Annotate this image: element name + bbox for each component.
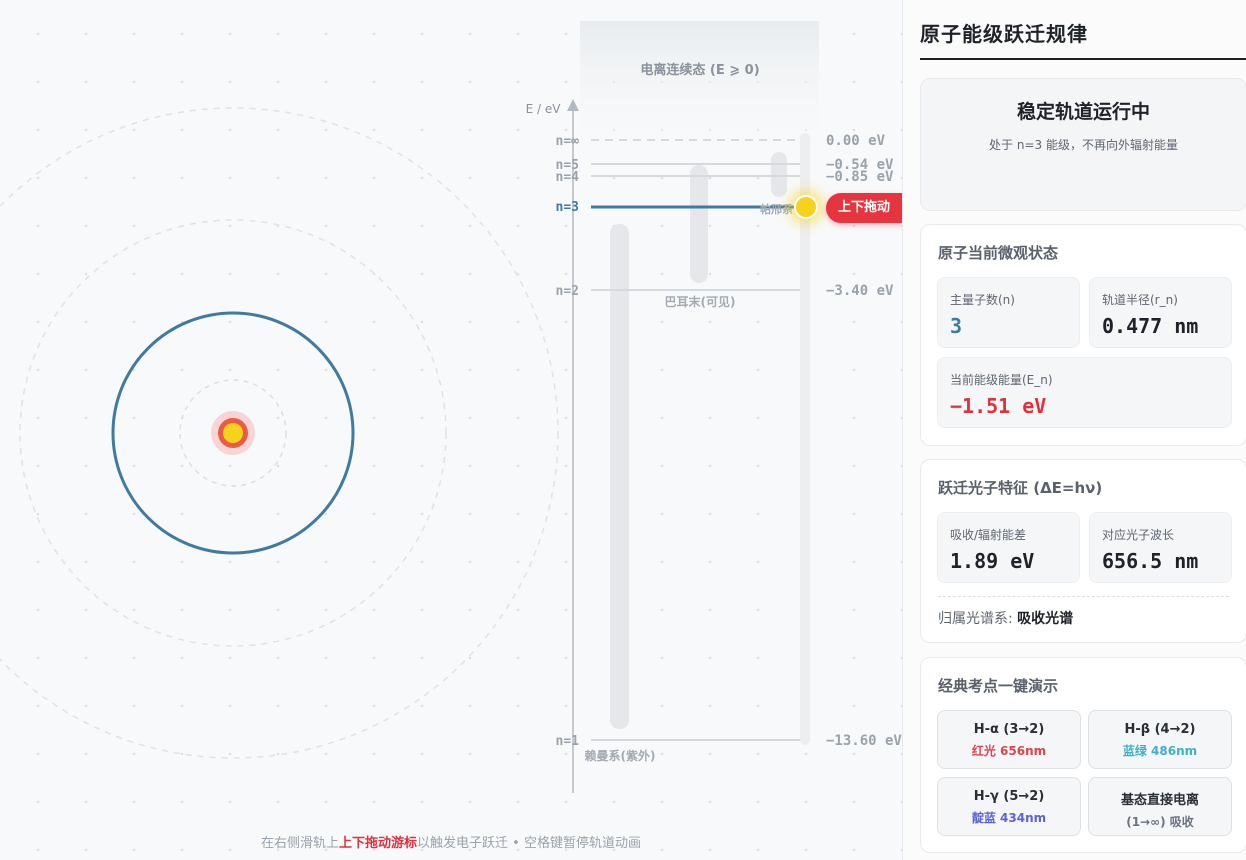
status-description: 处于 n=3 能级，不再向外辐射能量: [989, 138, 1178, 152]
level-energy-value: −1.51 eV: [950, 394, 1047, 418]
simulation-stage: 电离连续态 (E ⩾ 0) E / eV n=∞ n=5 n=4 n=3 n=2…: [0, 0, 902, 860]
energy-diff-value: 1.89 eV: [950, 549, 1035, 573]
drag-slider-track[interactable]: [800, 133, 810, 745]
level-energy-box: 当前能级能量(E_n) −1.51 eV: [937, 357, 1232, 428]
hint-text-highlight: 上下拖动游标: [339, 836, 418, 851]
micro-state-card: 原子当前微观状态 主量子数(n) 3 轨道半径(r_n) 0.477 nm 当前…: [920, 224, 1246, 446]
orbit-ring-n5: [0, 107, 559, 759]
demo-button-label: H-α (3→2): [973, 722, 1045, 737]
level-n-label: n=4: [556, 170, 580, 185]
micro-state-title: 原子当前微观状态: [938, 244, 1059, 262]
spectrum-series-value: 吸收光谱: [1017, 611, 1074, 627]
level-energy-box-label: 当前能级能量(E_n): [950, 373, 1053, 387]
level-n-label: n=1: [556, 734, 580, 749]
demo-button-sub: 蓝绿 486nm: [1122, 744, 1198, 758]
atom-and-levels-canvas: 电离连续态 (E ⩾ 0) E / eV n=∞ n=5 n=4 n=3 n=2…: [0, 21, 902, 793]
drag-cursor-handle[interactable]: [794, 195, 818, 219]
photon-card: 跃迁光子特征 (ΔE=hν) 吸收/辐射能差 1.89 eV 对应光子波长 65…: [920, 459, 1246, 643]
orbit-radius-value: 0.477 nm: [1102, 314, 1199, 338]
quantum-number-value: 3: [950, 314, 963, 338]
demos-title: 经典考点一键演示: [938, 677, 1059, 695]
nucleus-core: [223, 423, 243, 443]
demo-h-gamma-button[interactable]: H-γ (5→2) 靛蓝 434nm: [937, 777, 1081, 836]
panel-title: 原子能级跃迁规律: [920, 0, 1246, 60]
wavelength-label: 对应光子波长: [1102, 528, 1175, 542]
continuum-label: 电离连续态 (E ⩾ 0): [640, 62, 759, 78]
level-energy-label: −3.40 eV: [826, 283, 894, 299]
spectrum-series: 归属光谱系: 吸收光谱: [938, 608, 1073, 628]
lyman-series-label: 赖曼系(紫外): [585, 748, 656, 763]
balmer-series-bar: [690, 165, 708, 283]
status-title: 稳定轨道运行中: [1016, 101, 1150, 123]
spectrum-series-label: 归属光谱系:: [938, 611, 1013, 627]
demo-h-beta-button[interactable]: H-β (4→2) 蓝绿 486nm: [1088, 710, 1232, 769]
wavelength-value: 656.5 nm: [1102, 549, 1199, 573]
energy-diff-box: 吸收/辐射能差 1.89 eV: [937, 512, 1080, 583]
drag-hint-pill[interactable]: 上下拖动: [826, 193, 902, 223]
axis-label: E / eV: [526, 102, 562, 116]
orbit-radius-box: 轨道半径(r_n) 0.477 nm: [1089, 277, 1232, 348]
demo-button-sub: 红光 656nm: [971, 744, 1047, 758]
demo-ionization-button[interactable]: 基态直接电离 (1→∞) 吸收: [1088, 777, 1232, 836]
quantum-number-label: 主量子数(n): [950, 293, 1015, 307]
level-energy-label: 0.00 eV: [826, 133, 886, 149]
lyman-series-bar: [610, 224, 629, 729]
paschen-series-bar: [771, 152, 787, 197]
orbit-radius-label: 轨道半径(r_n): [1102, 293, 1178, 307]
instruction-hint: 在右侧滑轨上上下拖动游标以触发电子跃迁 • 空格键暂停轨道动画: [0, 832, 902, 851]
quantum-number-box: 主量子数(n) 3: [937, 277, 1080, 348]
balmer-series-label: 巴耳末(可见): [665, 294, 736, 309]
demo-button-label: 基态直接电离: [1120, 793, 1199, 808]
hint-text-after: 以触发电子跃迁 • 空格键暂停轨道动画: [417, 836, 641, 851]
info-panel: 原子能级跃迁规律 稳定轨道运行中 处于 n=3 能级，不再向外辐射能量 原子当前…: [902, 0, 1246, 860]
demo-h-alpha-button[interactable]: H-α (3→2) 红光 656nm: [937, 710, 1081, 769]
demo-button-sub: (1→∞) 吸收: [1126, 815, 1194, 829]
demo-button-sub: 靛蓝 434nm: [971, 811, 1047, 825]
paschen-series-label: 帕邢系: [760, 202, 793, 216]
level-n-label: n=2: [556, 284, 579, 299]
status-card: 稳定轨道运行中 处于 n=3 能级，不再向外辐射能量: [920, 78, 1246, 211]
level-energy-label: −13.60 eV: [826, 733, 902, 749]
photon-divider: [938, 596, 1229, 597]
photon-title: 跃迁光子特征 (ΔE=hν): [938, 479, 1103, 497]
demos-card: 经典考点一键演示 H-α (3→2) 红光 656nm H-β (4→2) 蓝绿…: [920, 657, 1246, 853]
demo-button-label: H-β (4→2): [1124, 722, 1196, 737]
hint-text-before: 在右侧滑轨上: [261, 836, 340, 851]
level-energy-label: −0.85 eV: [826, 169, 894, 185]
level-n-label-active: n=3: [556, 200, 579, 215]
wavelength-box: 对应光子波长 656.5 nm: [1089, 512, 1232, 583]
energy-diff-label: 吸收/辐射能差: [950, 528, 1027, 542]
energy-axis-arrow: [567, 99, 579, 111]
demo-button-label: H-γ (5→2): [973, 789, 1045, 804]
level-n-label: n=∞: [556, 134, 580, 149]
